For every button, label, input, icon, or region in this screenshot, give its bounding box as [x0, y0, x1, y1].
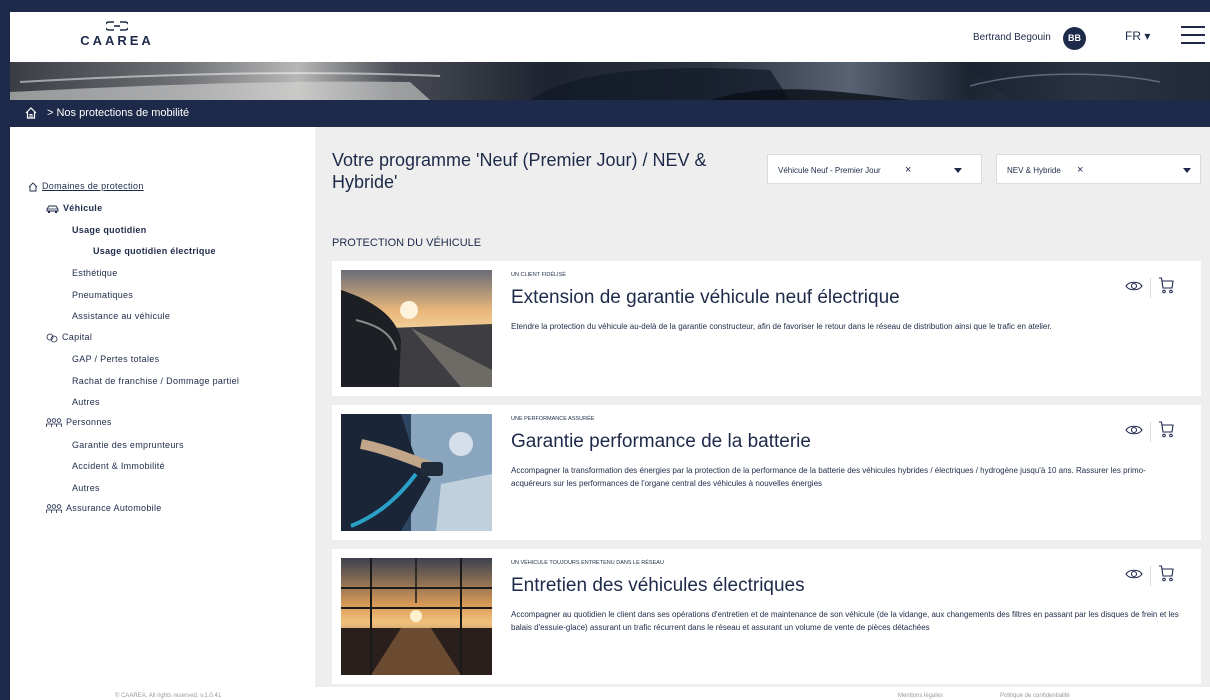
divider [1150, 422, 1151, 442]
top-bar: CAAREA Bertrand Begouin BB FR ▾ [10, 12, 1210, 62]
sidebar-item-capital[interactable]: Capital [46, 332, 92, 343]
sidebar: Domaines de protection Véhicule Usage qu… [10, 127, 315, 687]
hero-banner-image [10, 62, 1210, 100]
menu-icon[interactable] [1181, 26, 1205, 46]
card-title[interactable]: Garantie performance de la batterie [511, 431, 811, 453]
home-outline-icon [28, 181, 38, 192]
divider [1150, 566, 1151, 586]
card-eyebrow: Un véhicule toujours entretenu dans le r… [511, 560, 664, 566]
chevron-down-icon[interactable] [1183, 168, 1191, 173]
eye-icon[interactable] [1125, 568, 1143, 580]
sidebar-item-personnes[interactable]: Personnes [46, 417, 112, 428]
caarea-logo[interactable]: CAAREA [72, 21, 162, 48]
card-title[interactable]: Extension de garantie véhicule neuf élec… [511, 287, 900, 309]
sidebar-item-rachat-franchise[interactable]: Rachat de franchise / Dommage partiel [72, 376, 239, 386]
avatar[interactable]: BB [1063, 27, 1086, 50]
card-title[interactable]: Entretien des véhicules électriques [511, 575, 805, 597]
card-eyebrow: Une performance assurée [511, 416, 595, 422]
link-politique-confidentialite[interactable]: Politique de confidentialité [1000, 693, 1070, 699]
eye-icon[interactable] [1125, 280, 1143, 292]
app-frame: CAAREA Bertrand Begouin BB FR ▾ > Nos pr… [10, 12, 1210, 700]
clear-filter-icon[interactable]: × [1077, 164, 1083, 176]
logo-text: CAAREA [80, 33, 154, 48]
sidebar-item-garantie-emprunteurs[interactable]: Garantie des emprunteurs [72, 440, 184, 450]
clear-filter-icon[interactable]: × [905, 164, 911, 176]
filter-select-offer[interactable]: Véhicule Neuf - Premier Jour × [767, 154, 982, 184]
main-panel: Votre programme 'Neuf (Premier Jour) / N… [315, 127, 1210, 687]
breadcrumb: > Nos protections de mobilité [10, 100, 1210, 127]
filter-select-energy[interactable]: NEV & Hybride × [996, 154, 1201, 184]
coins-icon [46, 333, 58, 343]
filter-value: Véhicule Neuf - Premier Jour [778, 166, 881, 175]
user-name[interactable]: Bertrand Begouin [973, 32, 1051, 43]
sidebar-item-label: Personnes [66, 417, 112, 427]
card-description: Accompagner au quotidien le client dans … [511, 610, 1179, 632]
divider [1150, 278, 1151, 298]
sidebar-item-autres-personnes[interactable]: Autres [72, 483, 100, 493]
link-mentions-legales[interactable]: Mentions légales [898, 693, 943, 699]
home-icon[interactable] [24, 106, 38, 120]
section-title: PROTECTION DU VÉHICULE [332, 237, 482, 249]
sidebar-item-pneumatiques[interactable]: Pneumatiques [72, 290, 133, 300]
people-icon [46, 503, 62, 513]
card-eyebrow: Un client fidélisé [511, 272, 566, 278]
card-image-charging [341, 414, 492, 531]
page-title: Votre programme 'Neuf (Premier Jour) / N… [332, 150, 707, 192]
people-icon [46, 417, 62, 427]
logo-mark-icon [106, 21, 128, 31]
product-card: Un client fidélisé Extension de garantie… [332, 261, 1201, 396]
filter-value: NEV & Hybride [1007, 166, 1061, 175]
sidebar-item-usage-quotidien[interactable]: Usage quotidien [72, 225, 147, 235]
sidebar-item-assistance[interactable]: Assistance au véhicule [72, 311, 170, 321]
card-description: Accompagner la transformation des énergi… [511, 466, 1146, 488]
language-selector[interactable]: FR ▾ [1125, 29, 1150, 43]
sidebar-item-vehicule[interactable]: Véhicule [46, 203, 102, 214]
sidebar-item-accident-immobilite[interactable]: Accident & Immobilité [72, 461, 165, 471]
card-image-car-sunset [341, 270, 492, 387]
card-image-highway [341, 558, 492, 675]
cart-icon[interactable] [1158, 565, 1174, 582]
car-icon [46, 205, 59, 213]
copyright: © CAAREA. All rights reserved. v.1.0.41 [115, 693, 222, 699]
cart-icon[interactable] [1158, 421, 1174, 438]
eye-icon[interactable] [1125, 424, 1143, 436]
footer: © CAAREA. All rights reserved. v.1.0.41 … [10, 687, 1210, 700]
sidebar-item-gap[interactable]: GAP / Pertes totales [72, 354, 159, 364]
chevron-down-icon[interactable] [954, 168, 962, 173]
sidebar-item-esthetique[interactable]: Esthétique [72, 268, 118, 278]
card-description: Etendre la protection du véhicule au-del… [511, 322, 1052, 331]
sidebar-item-usage-quotidien-electrique[interactable]: Usage quotidien électrique [93, 246, 216, 256]
breadcrumb-current[interactable]: > Nos protections de mobilité [47, 107, 189, 119]
product-card: Un véhicule toujours entretenu dans le r… [332, 549, 1201, 684]
sidebar-item-label: Capital [62, 332, 93, 342]
product-card: Une performance assurée Garantie perform… [332, 405, 1201, 540]
sidebar-root-domaines[interactable]: Domaines de protection [28, 181, 144, 192]
cart-icon[interactable] [1158, 277, 1174, 294]
sidebar-item-assurance-automobile[interactable]: Assurance Automobile [46, 503, 162, 514]
sidebar-item-label: Assurance Automobile [66, 503, 162, 513]
sidebar-root-label: Domaines de protection [42, 181, 144, 191]
sidebar-item-label: Véhicule [63, 203, 103, 213]
sidebar-item-autres-capital[interactable]: Autres [72, 397, 100, 407]
